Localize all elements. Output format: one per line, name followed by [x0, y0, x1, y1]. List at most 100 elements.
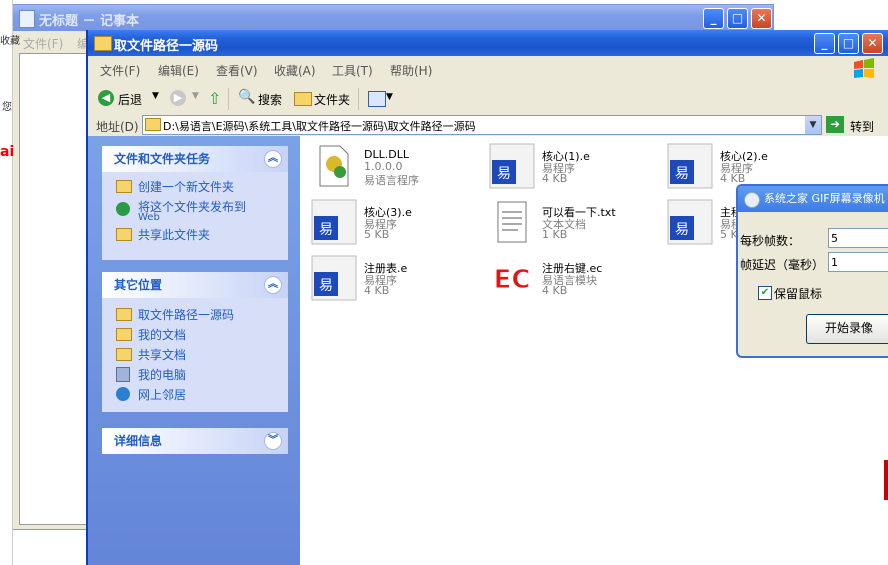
panel-title: 文件和文件夹任务	[114, 152, 211, 166]
place-network[interactable]: 网上邻居	[138, 386, 186, 403]
views-icon[interactable]	[368, 91, 386, 107]
search-button[interactable]: 搜索	[258, 91, 282, 108]
menu-file[interactable]: 文件(F)	[100, 62, 140, 79]
svg-text:易: 易	[319, 278, 333, 294]
e-program-icon: 易	[311, 199, 357, 245]
back-button[interactable]: 后退	[118, 91, 142, 108]
fragment-text-2: 您	[2, 102, 12, 113]
task-share-folder[interactable]: 共享此文件夹	[138, 226, 210, 243]
file-item[interactable]: 易 核心(3).e 易程序 5 KB	[310, 198, 480, 248]
expand-icon[interactable]: ︾	[264, 432, 282, 450]
svg-text:易: 易	[319, 222, 333, 238]
maximize-button[interactable]: □	[727, 8, 748, 29]
svg-text:EC: EC	[494, 265, 531, 295]
file-item[interactable]: 易 核心(1).e 易程序 4 KB	[488, 142, 658, 192]
fragment-text-1: 收藏	[0, 36, 20, 47]
collapse-icon[interactable]: ︽	[264, 150, 282, 168]
address-input[interactable]: D:\易语言\E源码\系统工具\取文件路径一源码\取文件路径一源码 ▼	[142, 115, 822, 135]
address-dropdown-icon[interactable]: ▼	[805, 116, 821, 134]
panel-title: 其它位置	[114, 278, 163, 292]
file-tasks-header[interactable]: 文件和文件夹任务 ︽	[102, 146, 288, 172]
minimize-button[interactable]: _	[814, 33, 835, 54]
keep-mouse-label: 保留鼠标	[774, 287, 823, 301]
views-dropdown-icon[interactable]: ▼	[386, 92, 393, 102]
file-size: 4 KB	[542, 284, 568, 297]
minimize-button[interactable]: _	[703, 8, 724, 29]
shared-documents-icon	[116, 348, 132, 361]
details-header[interactable]: 详细信息 ︾	[102, 428, 288, 454]
folder-icon	[94, 36, 112, 51]
place-my-computer[interactable]: 我的电脑	[138, 366, 186, 383]
menu-view[interactable]: 查看(V)	[216, 62, 258, 79]
forward-dropdown-icon[interactable]: ▼	[192, 91, 199, 101]
fps-label: 每秒帧数：	[740, 234, 801, 248]
separator	[228, 88, 229, 110]
forward-icon[interactable]: ▶	[170, 90, 186, 106]
explorer-title: 取文件路径一源码	[114, 39, 219, 54]
details-panel: 详细信息 ︾	[102, 428, 288, 454]
close-button[interactable]: ✕	[751, 8, 772, 29]
ec-module-icon: EC	[493, 265, 531, 296]
close-button[interactable]: ✕	[862, 33, 883, 54]
other-places-header[interactable]: 其它位置 ︽	[102, 272, 288, 298]
search-icon[interactable]: 🔍	[238, 89, 255, 105]
task-pane: 文件和文件夹任务 ︽ 创建一个新文件夹 将这个文件夹发布到 Web 共享此文件夹…	[88, 136, 300, 565]
svg-text:易: 易	[675, 166, 689, 182]
start-recording-button[interactable]: 开始录像	[806, 314, 888, 344]
collapse-icon[interactable]: ︽	[264, 276, 282, 294]
go-button[interactable]: 转到	[850, 118, 874, 135]
place-my-documents[interactable]: 我的文档	[138, 326, 186, 343]
panel-title: 详细信息	[114, 434, 163, 448]
back-dropdown-icon[interactable]: ▼	[152, 91, 159, 101]
explorer-titlebar[interactable]: 取文件路径一源码 _ □ ✕	[88, 30, 888, 56]
e-program-icon: 易	[667, 143, 713, 189]
place-shared-documents[interactable]: 共享文档	[138, 346, 186, 363]
notepad-text-area[interactable]	[19, 53, 93, 525]
file-size: 易语言程序	[364, 174, 419, 187]
task-publish-web-line2[interactable]: Web	[138, 212, 160, 223]
file-item[interactable]: DLL.DLL 1.0.0.0 易语言程序	[310, 142, 480, 192]
go-icon[interactable]: ➜	[826, 116, 844, 133]
svg-text:易: 易	[675, 222, 689, 238]
app-icon	[744, 192, 760, 208]
menu-edit[interactable]: 编辑(E)	[158, 62, 199, 79]
background-window-fragment	[884, 460, 888, 500]
keep-mouse-checkbox[interactable]: ✔	[758, 286, 772, 300]
address-path: D:\易语言\E源码\系统工具\取文件路径一源码\取文件路径一源码	[163, 120, 476, 133]
other-places-panel: 其它位置 ︽ 取文件路径一源码 我的文档 共享文档 我的电脑 网上邻居	[102, 272, 288, 412]
file-item[interactable]: 可以看一下.txt 文本文档 1 KB	[488, 198, 658, 248]
folder-icon	[145, 118, 161, 131]
menu-favorites[interactable]: 收藏(A)	[274, 62, 316, 79]
folder-icon	[116, 308, 132, 321]
menu-file[interactable]: 文件(F)	[23, 35, 63, 52]
back-icon[interactable]: ◀	[98, 90, 114, 106]
up-folder-icon[interactable]: ⇧	[208, 89, 221, 108]
notepad-titlebar[interactable]: 无标题 － 记事本 _ □ ✕	[13, 5, 773, 31]
maximize-button[interactable]: □	[838, 33, 859, 54]
folders-icon[interactable]	[294, 92, 312, 106]
network-places-icon	[116, 387, 130, 401]
text-file-icon	[497, 201, 527, 243]
delay-input[interactable]: 1	[828, 252, 888, 272]
menu-help[interactable]: 帮助(H)	[390, 62, 432, 79]
place-source-folder[interactable]: 取文件路径一源码	[138, 306, 234, 323]
file-item[interactable]: 易 注册表.e 易程序 4 KB	[310, 254, 480, 304]
folders-button[interactable]: 文件夹	[314, 91, 350, 108]
dll-icon	[319, 145, 349, 187]
e-program-icon: 易	[489, 143, 535, 189]
address-bar: 地址(D) D:\易语言\E源码\系统工具\取文件路径一源码\取文件路径一源码 …	[88, 114, 888, 136]
fps-input[interactable]: 5	[828, 228, 888, 248]
task-new-folder[interactable]: 创建一个新文件夹	[138, 178, 234, 195]
gif-recorder-title: 系统之家 GIF屏幕录像机	[764, 192, 885, 205]
e-program-icon: 易	[311, 255, 357, 301]
my-documents-icon	[116, 328, 132, 341]
notepad-icon	[19, 10, 35, 28]
fragment-text-3: ai	[0, 144, 15, 160]
menu-tools[interactable]: 工具(T)	[332, 62, 373, 79]
gif-recorder-titlebar[interactable]: 系统之家 GIF屏幕录像机	[738, 186, 888, 212]
new-folder-icon	[116, 180, 132, 193]
file-size: 1 KB	[542, 228, 568, 241]
windows-logo-icon	[852, 58, 878, 82]
file-size: 5 KB	[364, 228, 390, 241]
file-item[interactable]: EC 注册右键.ec 易语言模块 4 KB	[488, 254, 658, 304]
